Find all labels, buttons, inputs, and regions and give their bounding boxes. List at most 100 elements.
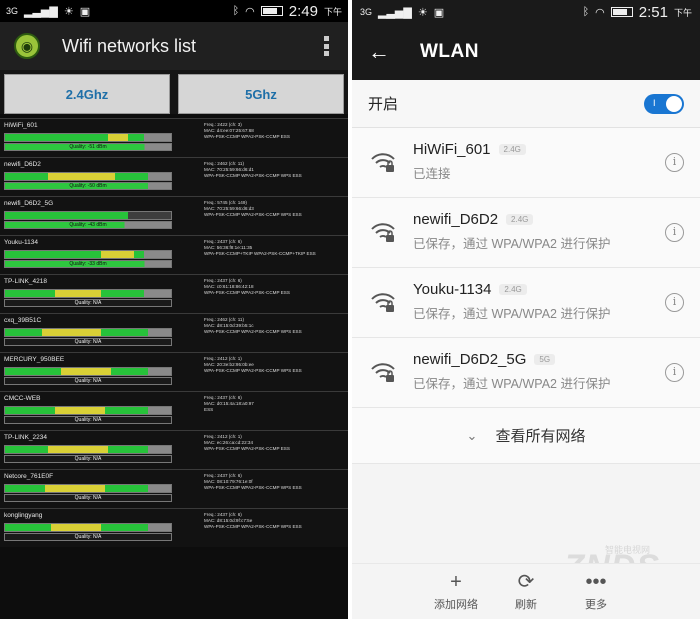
- quality-bar: Quality: N/A: [4, 455, 172, 463]
- overflow-menu-icon[interactable]: [324, 36, 330, 56]
- network-row[interactable]: TP-LINK_2234 Quality: N/A Freq.: 2412 (ch:…: [0, 430, 348, 469]
- network-row[interactable]: newifi_D6D2 Quality: -50 dBm Freq.: 2462 (…: [0, 157, 348, 196]
- access-point-item[interactable]: newifi_D6D2 2.4G 已保存，通过 WPA/WPA2 进行保护 i: [352, 198, 700, 268]
- meter-segment: [127, 212, 171, 219]
- network-row[interactable]: Youku-1134 Quality: -33 dBm Freq.: 2437 (c…: [0, 235, 348, 274]
- meter-segment: [51, 524, 102, 531]
- network-detail-line: WPA-PSK-CCMP WPA2-PSK-CCMP WPS ESS: [204, 368, 302, 373]
- refresh-button[interactable]: ⟳ 刷新: [496, 570, 556, 612]
- switch-on-indicator: I: [653, 98, 656, 108]
- refresh-icon: ⟳: [517, 571, 535, 593]
- meter-segment: [48, 173, 115, 180]
- network-details: Freq.: 2437 (ch: 6) MAC: c0:61:18:86:42:1…: [200, 275, 345, 313]
- access-point-name-row: newifi_D6D2_5G 5G: [413, 351, 556, 368]
- network-ssid: Youku-1134: [4, 239, 38, 246]
- add-network-label: 添加网络: [434, 599, 478, 611]
- status-bar: 3G ▂▃▅▇ ☀ ▣ ᛒ ◠ 2:49 下午: [0, 0, 348, 22]
- wlan-toggle-row[interactable]: 开启 I: [352, 80, 700, 128]
- signal-bars-icon: ▂▃▅▇: [378, 6, 412, 19]
- network-detail-line: ESS: [204, 407, 214, 412]
- network-ssid: TP-LINK_2234: [4, 434, 47, 441]
- wifi-locked-icon: [370, 151, 396, 173]
- wifi-status-icon: ◠: [245, 5, 255, 18]
- signal-indicator: 3G: [6, 6, 19, 16]
- wifi-locked-icon: [370, 221, 396, 243]
- network-row[interactable]: Netcore_761E0F Quality: N/A Freq.: 2437 (c…: [0, 469, 348, 508]
- network-row[interactable]: cxq_39B51C Quality: N/A Freq.: 2462 (ch: 1…: [0, 313, 348, 352]
- add-network-button[interactable]: + 添加网络: [426, 570, 486, 612]
- quality-bar: Quality: -51 dBm: [4, 143, 172, 151]
- access-point-item[interactable]: newifi_D6D2_5G 5G 已保存，通过 WPA/WPA2 进行保护 i: [352, 338, 700, 408]
- chevron-down-icon: ⌄: [466, 427, 478, 443]
- meter-segment: [41, 329, 102, 336]
- network-row-main: HiWiFi_601 Quality: -51 dBm: [0, 119, 200, 157]
- network-detail-line: WPA-PSK-CCMP WPA2-PSK-CCMP ESS: [204, 290, 290, 295]
- info-icon[interactable]: i: [665, 223, 684, 242]
- see-all-networks-label: 查看所有网络: [495, 428, 586, 445]
- network-row[interactable]: newifi_D6D2_5G Quality: -43 dBm Freq.: 574…: [0, 196, 348, 235]
- wifi-analyzer-screen: 3G ▂▃▅▇ ☀ ▣ ᛒ ◠ 2:49 下午 ◉ Wifi networks …: [0, 0, 348, 619]
- info-icon[interactable]: i: [665, 363, 684, 382]
- meter-segment: [147, 329, 171, 336]
- access-point-item[interactable]: HiWiFi_601 2.4G 已连接 i: [352, 128, 700, 198]
- network-details: Freq.: 5745 (ch: 149) MAC: 70:25:59:66:d6…: [200, 197, 345, 235]
- meter-segment: [5, 134, 108, 141]
- network-row[interactable]: MERCURY_950BEE Quality: N/A Freq.: 2412 (c…: [0, 352, 348, 391]
- wifi-locked-icon: [370, 361, 396, 383]
- meter-segment: [44, 485, 105, 492]
- network-row[interactable]: CMCC-WEB Quality: N/A Freq.: 2437 (ch: 6) M…: [0, 391, 348, 430]
- access-point-name-row: HiWiFi_601 2.4G: [413, 141, 526, 158]
- meter-segment: [147, 485, 171, 492]
- quality-bar: Quality: N/A: [4, 494, 172, 502]
- network-row-main: cxq_39B51C Quality: N/A: [0, 314, 200, 352]
- clock-time: 2:51: [638, 3, 668, 21]
- meter-segment: [5, 329, 42, 336]
- network-row[interactable]: TP-LINK_4218 Quality: N/A Freq.: 2437 (ch:…: [0, 274, 348, 313]
- quality-bar: Quality: -50 dBm: [4, 182, 172, 190]
- network-row[interactable]: konglingyang Quality: N/A Freq.: 2437 (ch:…: [0, 508, 348, 547]
- band-2-4ghz-button[interactable]: 2.4Ghz: [4, 74, 170, 114]
- network-row-main: CMCC-WEB Quality: N/A: [0, 392, 200, 430]
- access-point-name-row: Youku-1134 2.4G: [413, 281, 527, 298]
- top-bar: ← WLAN: [352, 24, 700, 80]
- see-all-networks-button[interactable]: ⌄ 查看所有网络: [352, 408, 700, 464]
- meter-segment: [5, 290, 55, 297]
- channel-meter: [4, 445, 172, 454]
- meter-segment: [5, 212, 128, 219]
- back-arrow-icon[interactable]: ←: [368, 39, 398, 65]
- signal-indicator: 3G: [360, 7, 373, 17]
- channel-meter: [4, 289, 172, 298]
- network-details: Freq.: 2437 (ch: 6) MAC: d0:15:4a:18:a0:9…: [200, 392, 345, 430]
- quality-bar: Quality: N/A: [4, 299, 172, 307]
- network-details: Freq.: 2412 (ch: 1) MAC: 20:3e:b2:95:0b:e…: [200, 353, 345, 391]
- access-point-status: 已保存，通过 WPA/WPA2 进行保护: [413, 307, 611, 321]
- channel-meter: [4, 328, 172, 337]
- network-row-main: konglingyang Quality: N/A: [0, 509, 200, 547]
- meter-segment: [5, 485, 45, 492]
- weather-sun-icon: ☀: [63, 5, 74, 18]
- meter-segment: [104, 485, 148, 492]
- network-detail-line: WPA-PSK-CCMP+TKIP WPA2-PSK-CCMP+TKIP ESS: [204, 251, 316, 256]
- network-row-main: Youku-1134 Quality: -33 dBm: [0, 236, 200, 274]
- channel-meter: [4, 172, 172, 181]
- info-icon[interactable]: i: [665, 153, 684, 172]
- meter-segment: [147, 368, 171, 375]
- network-row-main: TP-LINK_2234 Quality: N/A: [0, 431, 200, 469]
- network-row[interactable]: HiWiFi_601 Quality: -51 dBm Freq.: 2422 (c…: [0, 118, 348, 157]
- access-point-item[interactable]: Youku-1134 2.4G 已保存，通过 WPA/WPA2 进行保护 i: [352, 268, 700, 338]
- status-bar: 3G ▂▃▅▇ ☀ ▣ ᛒ ◠ 2:51 下午: [352, 0, 700, 24]
- page-title: WLAN: [420, 41, 479, 62]
- meter-segment: [61, 368, 112, 375]
- info-icon[interactable]: i: [665, 293, 684, 312]
- network-row-main: MERCURY_950BEE Quality: N/A: [0, 353, 200, 391]
- switch-knob: [666, 96, 682, 112]
- meter-segment: [127, 134, 145, 141]
- meter-segment: [5, 407, 55, 414]
- more-button[interactable]: ••• 更多: [566, 570, 626, 612]
- meter-segment: [101, 251, 135, 258]
- band-5ghz-button[interactable]: 5Ghz: [178, 74, 344, 114]
- network-row-main: TP-LINK_4218 Quality: N/A: [0, 275, 200, 313]
- wlan-toggle-switch[interactable]: I: [644, 94, 684, 114]
- meter-segment: [54, 290, 102, 297]
- meter-segment: [5, 251, 102, 258]
